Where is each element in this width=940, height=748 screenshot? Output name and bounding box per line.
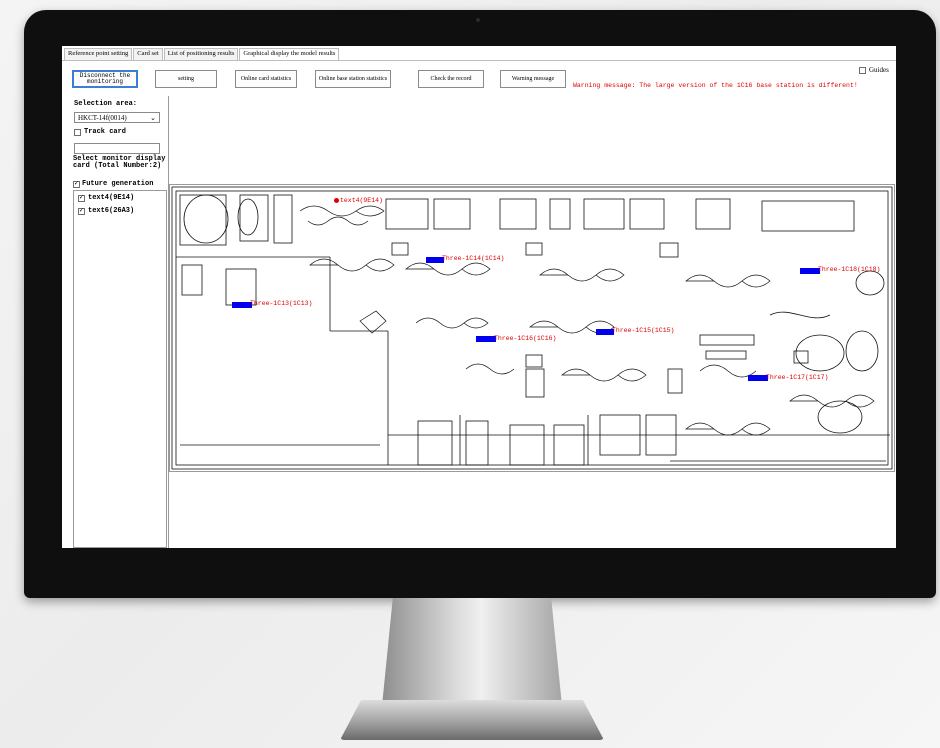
card-list: ✓ text4(9E14) ✓ text6(26A3) <box>73 190 167 548</box>
base-station-label: Three-1C16(1C16) <box>494 335 557 342</box>
tab-graphical-display[interactable]: Graphical display the model results <box>239 48 340 60</box>
warning-text: Warning message: The large version of th… <box>573 82 858 89</box>
selection-area-value: HKCT-14f(0014) <box>78 113 127 122</box>
base-station-marker[interactable] <box>476 336 496 342</box>
tab-divider <box>62 60 896 61</box>
base-station-label: Three-1C14(1C14) <box>442 255 505 262</box>
base-station-marker[interactable] <box>232 302 252 308</box>
chevron-down-icon: ⌄ <box>150 113 156 122</box>
guides-toggle[interactable]: Guides <box>859 66 889 74</box>
track-card-label: Track card <box>84 128 127 136</box>
base-station-label: Three-1C18(1C18) <box>818 266 881 273</box>
warning-message-button[interactable]: Warning message <box>500 70 566 88</box>
tab-positioning-results[interactable]: List of positioning results <box>163 48 239 60</box>
monitor-stand <box>382 598 562 706</box>
card-marker[interactable] <box>334 198 339 203</box>
future-generation-checkbox[interactable]: ✓ <box>73 180 80 188</box>
track-card-checkbox[interactable] <box>74 128 81 136</box>
check-record-button[interactable]: Check the record <box>418 70 484 88</box>
left-panel: Selection area: HKCT-14f(0014) ⌄ Track c… <box>62 96 168 548</box>
floor-plan-map[interactable]: text4(9E14) Three-1C14(1C14) Three-1C18(… <box>169 184 895 472</box>
monitor-card-label: Select monitor display card (Total Numbe… <box>73 155 166 170</box>
base-station-label: Three-1C17(1C17) <box>766 374 829 381</box>
track-card-input[interactable] <box>74 143 160 154</box>
base-station-label: Three-1C15(1C15) <box>612 327 675 334</box>
future-generation-label: Future generation <box>82 180 154 188</box>
card-marker-label: text4(9E14) <box>340 197 383 204</box>
card-label: text4(9E14) <box>88 194 135 202</box>
tab-card-set[interactable]: Card set <box>133 48 163 60</box>
card-checkbox[interactable]: ✓ <box>78 207 85 215</box>
selection-area-label: Selection area: <box>74 100 138 108</box>
app-window: Reference point setting Card set List of… <box>62 46 896 548</box>
list-item[interactable]: ✓ text4(9E14) <box>78 194 134 202</box>
base-station-label: Three-1C13(1C13) <box>250 300 313 307</box>
setting-button[interactable]: setting <box>155 70 217 88</box>
guides-checkbox[interactable] <box>859 66 866 74</box>
map-panel: text4(9E14) Three-1C14(1C14) Three-1C18(… <box>168 96 895 548</box>
track-card-option[interactable]: Track card <box>74 128 126 136</box>
camera-dot <box>476 18 480 22</box>
disconnect-button[interactable]: Disconnect the monitoring <box>72 70 138 88</box>
card-label: text6(26A3) <box>88 207 135 215</box>
tab-reference-point[interactable]: Reference point setting <box>64 48 133 60</box>
online-card-statistics-button[interactable]: Online card statistics <box>235 70 297 88</box>
card-checkbox[interactable]: ✓ <box>78 194 85 202</box>
base-station-marker[interactable] <box>748 375 768 381</box>
online-base-station-statistics-button[interactable]: Online base station statistics <box>315 70 391 88</box>
list-item[interactable]: ✓ text6(26A3) <box>78 207 134 215</box>
monitor-base <box>340 700 604 740</box>
selection-area-dropdown[interactable]: HKCT-14f(0014) ⌄ <box>74 112 160 123</box>
guides-label: Guides <box>869 66 889 74</box>
future-generation-option[interactable]: ✓ Future generation <box>73 180 153 188</box>
tab-bar: Reference point setting Card set List of… <box>64 48 340 60</box>
floor-plan-drawing <box>171 186 893 470</box>
base-station-marker[interactable] <box>800 268 820 274</box>
